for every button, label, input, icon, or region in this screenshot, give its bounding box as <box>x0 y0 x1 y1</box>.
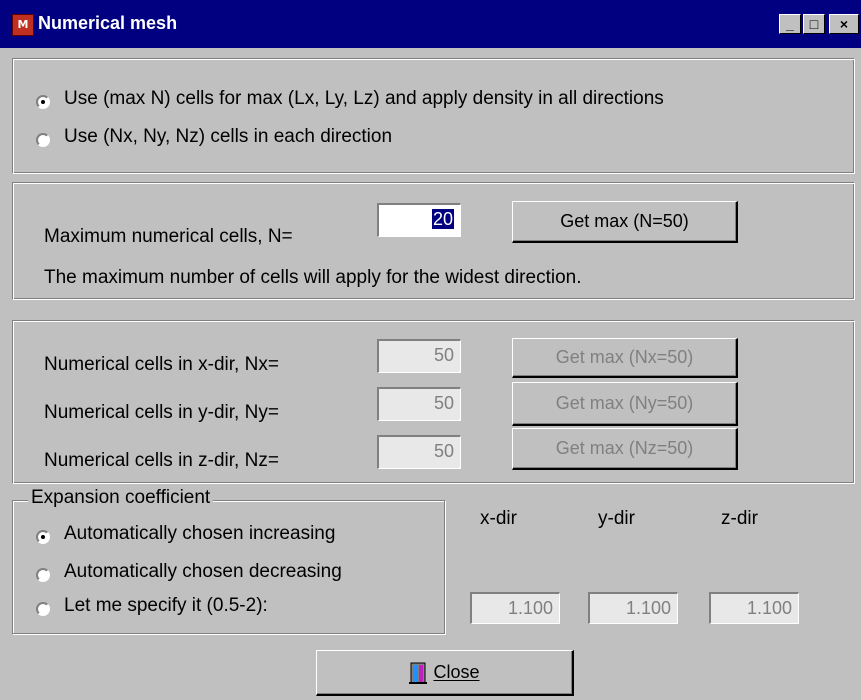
window-title: Numerical mesh <box>38 13 178 33</box>
radio-auto-decreasing[interactable] <box>36 568 50 582</box>
close-button[interactable]: Close <box>316 650 574 696</box>
door-exit-icon <box>409 662 428 685</box>
numerical-mesh-window: M Numerical mesh _ □ × Use (max N) cells… <box>0 0 861 700</box>
close-button-label: Close <box>433 662 480 682</box>
max-cells-note: The maximum number of cells will apply f… <box>44 267 582 288</box>
close-window-button[interactable]: × <box>829 14 859 34</box>
radio-auto-decreasing-label[interactable]: Automatically chosen decreasing <box>64 561 342 583</box>
get-max-n-button[interactable]: Get max (N=50) <box>512 201 738 243</box>
title-bar[interactable]: M Numerical mesh _ □ × <box>0 0 861 48</box>
expansion-legend: Expansion coefficient <box>28 487 214 509</box>
mode-panel <box>12 58 855 174</box>
expansion-z-input[interactable]: 1.100 <box>709 592 799 624</box>
nx-input[interactable]: 50 <box>377 339 461 373</box>
radio-max-n-label[interactable]: Use (max N) cells for max (Lx, Ly, Lz) a… <box>64 88 664 110</box>
nx-label: Numerical cells in x-dir, Nx= <box>44 354 279 375</box>
minimize-button[interactable]: _ <box>779 14 801 34</box>
expansion-x-input[interactable]: 1.100 <box>470 592 560 624</box>
radio-auto-increasing[interactable] <box>36 530 50 544</box>
x-dir-header: x-dir <box>480 508 517 529</box>
app-icon: M <box>12 14 34 36</box>
max-cells-label: Maximum numerical cells, N= <box>44 226 293 247</box>
radio-max-n[interactable] <box>36 95 50 109</box>
expansion-y-input[interactable]: 1.100 <box>588 592 678 624</box>
get-max-nx-button[interactable]: Get max (Nx=50) <box>512 338 738 378</box>
radio-auto-increasing-label[interactable]: Automatically chosen increasing <box>64 523 335 545</box>
get-max-ny-button[interactable]: Get max (Ny=50) <box>512 382 738 426</box>
radio-nxyz-label[interactable]: Use (Nx, Ny, Nz) cells in each direction <box>64 126 392 148</box>
ny-label: Numerical cells in y-dir, Ny= <box>44 402 279 423</box>
y-dir-header: y-dir <box>598 508 635 529</box>
ny-input[interactable]: 50 <box>377 387 461 421</box>
z-dir-header: z-dir <box>721 508 758 529</box>
get-max-nz-button[interactable]: Get max (Nz=50) <box>512 428 738 470</box>
radio-nxyz[interactable] <box>36 133 50 147</box>
max-cells-input[interactable]: 20 <box>377 203 461 237</box>
nz-input[interactable]: 50 <box>377 435 461 469</box>
nz-label: Numerical cells in z-dir, Nz= <box>44 450 279 471</box>
maximize-button[interactable]: □ <box>803 14 825 34</box>
radio-specify-label[interactable]: Let me specify it (0.5-2): <box>64 595 268 617</box>
radio-specify[interactable] <box>36 602 50 616</box>
